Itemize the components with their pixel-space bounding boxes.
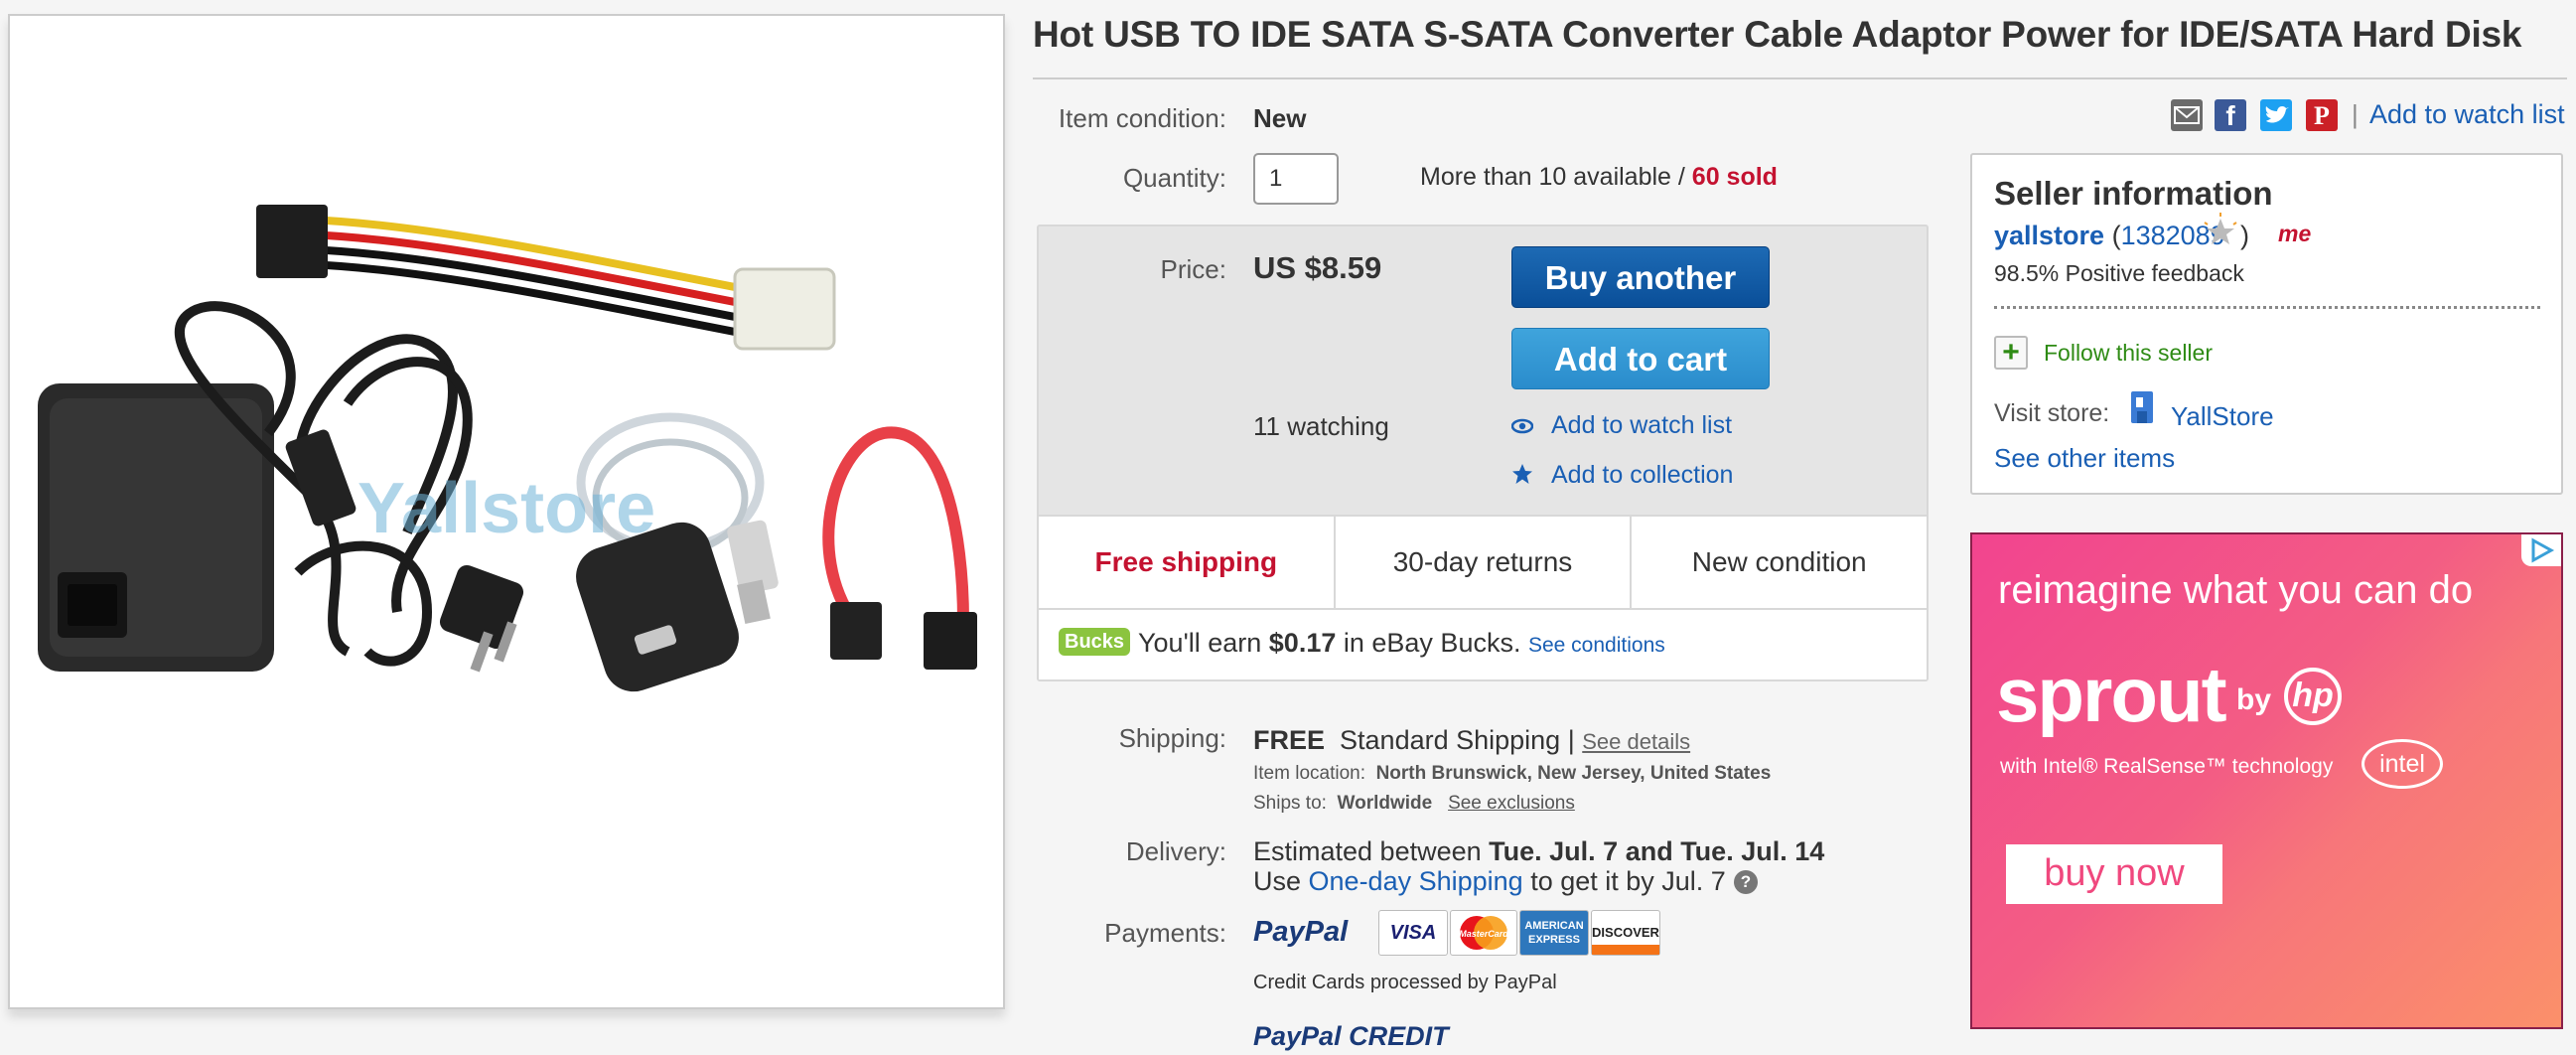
availability-count: More than 10 available / [1420, 163, 1685, 191]
ad-by: by [2236, 683, 2272, 716]
see-details-link[interactable]: See details [1582, 729, 1690, 754]
ships-to-value: Worldwide [1337, 793, 1433, 814]
product-illustration: Yallstore [38, 205, 977, 692]
add-to-collection-link[interactable]: Add to collection [1551, 461, 1733, 490]
seller-divider [1994, 306, 2540, 309]
price-label: Price: [1160, 254, 1226, 284]
item-location-value: North Brunswick, New Jersey, United Stat… [1375, 763, 1772, 784]
watermark-text: Yallstore [358, 469, 655, 548]
bucks-amount: $0.17 [1268, 628, 1337, 658]
payments-label: Payments: [1104, 918, 1226, 948]
product-image[interactable]: Yallstore [8, 14, 1005, 1009]
help-icon[interactable]: ? [1734, 870, 1758, 894]
condition-label: Item condition: [1058, 103, 1226, 133]
buy-another-button[interactable]: Buy another [1511, 246, 1770, 308]
shipping-separator: | [1567, 725, 1575, 755]
add-to-cart-button[interactable]: Add to cart [1511, 328, 1770, 389]
follow-seller-link[interactable]: Follow this seller [2044, 340, 2213, 367]
seller-paren-open: ( [2111, 221, 2121, 250]
seller-heading: Seller information [1994, 175, 2273, 212]
bucks-text-post: in eBay Bucks. [1343, 628, 1521, 658]
eye-icon [1510, 415, 1534, 437]
seller-information-box: Seller information yallstore (1382089 ) … [1970, 153, 2563, 495]
sold-count[interactable]: 60 sold [1692, 163, 1778, 191]
star-icon [1511, 463, 1533, 485]
shipping-label: Shipping: [1118, 723, 1226, 753]
pinterest-share-icon[interactable]: P [2306, 99, 2338, 131]
item-location: Item location: North Brunswick, New Jers… [1253, 763, 1771, 785]
quantity-input[interactable] [1253, 153, 1339, 205]
one-day-shipping-link[interactable]: One-day Shipping [1309, 866, 1523, 896]
ad-tagline: reimagine what you can do [1998, 568, 2474, 612]
store-name-link[interactable]: YallStore [2171, 401, 2274, 432]
follow-plus-icon[interactable]: + [1994, 336, 2028, 370]
paypal-processing-note: Credit Cards processed by PayPal [1253, 972, 1557, 993]
seller-name-link[interactable]: yallstore [1994, 221, 2104, 250]
watching-count: 11 watching [1253, 411, 1389, 441]
condition-feature: New condition [1691, 546, 1867, 577]
ad-tech-line: with Intel® RealSense™ technology [2000, 755, 2334, 778]
seller-name-line: yallstore (1382089 [1994, 221, 2225, 251]
visit-store-label: Visit store: [1994, 399, 2110, 427]
ad-buy-now-button[interactable]: buy now [2006, 844, 2222, 904]
amex-card-icon: AMERICAN EXPRESS [1519, 910, 1589, 956]
see-other-items-link[interactable]: See other items [1994, 443, 2175, 474]
me-badge-icon[interactable]: me [2278, 221, 2311, 247]
bucks-text-pre: You'll earn [1138, 628, 1262, 658]
facebook-share-icon[interactable]: f [2215, 99, 2246, 131]
intel-logo-icon: intel [2361, 739, 2443, 789]
delivery-dates: Tue. Jul. 7 and Tue. Jul. 14 [1489, 836, 1825, 866]
paypal-credit-logo[interactable]: PayPal CREDIT [1253, 1021, 1449, 1052]
shipping-free: FREE [1253, 725, 1326, 755]
delivery-estimate-pre: Estimated between [1253, 836, 1482, 866]
email-share-icon[interactable] [2171, 99, 2203, 131]
item-location-label: Item location: [1253, 763, 1365, 784]
ships-to-label: Ships to: [1253, 793, 1327, 814]
availability-text: More than 10 available / 60 sold [1420, 163, 1778, 192]
adchoices-icon[interactable] [2521, 534, 2561, 566]
paypal-logo: PayPal [1253, 916, 1349, 948]
ad-brand: sprout [1996, 651, 2227, 738]
positive-feedback: 98.5% Positive feedback [1994, 260, 2244, 286]
returns-feature: 30-day returns [1336, 517, 1633, 608]
price-value: US $8.59 [1253, 250, 1382, 285]
delivery-use: Use [1253, 866, 1302, 896]
hp-logo-icon: hp [2284, 668, 2342, 725]
one-day-shipping-line: Use One-day Shipping to get it by Jul. 7 [1253, 866, 1726, 897]
advertisement[interactable]: reimagine what you can do sprout by hp w… [1970, 532, 2563, 1029]
delivery-get-by: to get it by Jul. 7 [1530, 866, 1726, 896]
quantity-label: Quantity: [1122, 163, 1226, 193]
delivery-estimate: Estimated between Tue. Jul. 7 and Tue. J… [1253, 836, 1824, 867]
seller-paren-close: ) [2240, 221, 2249, 250]
delivery-label: Delivery: [1125, 836, 1226, 866]
discover-text: DISCOVER [1592, 925, 1659, 940]
see-exclusions-link[interactable]: See exclusions [1448, 793, 1575, 814]
shipping-method: Standard Shipping [1340, 725, 1561, 755]
ships-to: Ships to: Worldwide See exclusions [1253, 793, 1575, 815]
title-divider [1033, 77, 2567, 79]
discover-card-icon: DISCOVER [1591, 910, 1660, 956]
shipping-summary: FREE Standard Shipping | See details [1253, 725, 1690, 756]
bucks-badge: Bucks [1059, 628, 1131, 656]
item-title: Hot USB TO IDE SATA S-SATA Converter Cab… [1033, 14, 2522, 55]
mastercard-text: MasterCard [1459, 929, 1508, 939]
twitter-share-icon[interactable] [2260, 99, 2292, 131]
feedback-star-icon [2201, 213, 2240, 252]
store-icon [2127, 387, 2157, 427]
add-to-watch-list-top-link[interactable]: Add to watch list [2369, 99, 2565, 130]
ebay-bucks-row: Bucks You'll earn $0.17 in eBay Bucks. S… [1039, 608, 1927, 679]
feature-strip: Free shipping 30-day returns New conditi… [1039, 515, 1927, 608]
visa-card-icon: VISA [1378, 910, 1448, 956]
mastercard-icon: MasterCard [1450, 910, 1517, 956]
share-separator: | [2352, 99, 2359, 129]
see-conditions-link[interactable]: See conditions [1528, 634, 1665, 657]
bucks-text: You'll earn $0.17 in eBay Bucks. See con… [1138, 628, 1665, 659]
free-shipping-feature: Free shipping [1039, 517, 1336, 608]
add-to-watch-list-link[interactable]: Add to watch list [1551, 411, 1732, 440]
listing-page: Yallstore Hot USB TO IDE SATA S-SATA Con… [0, 0, 2576, 1055]
condition-value: New [1253, 103, 1307, 133]
